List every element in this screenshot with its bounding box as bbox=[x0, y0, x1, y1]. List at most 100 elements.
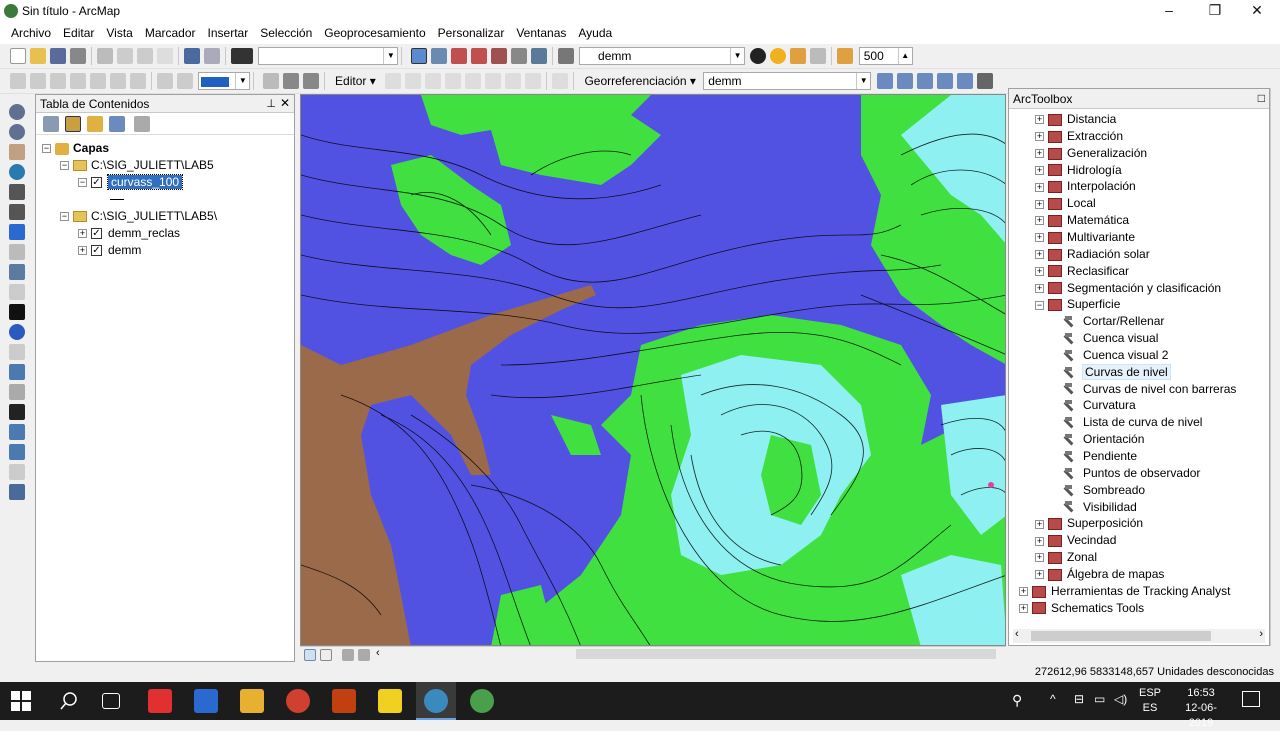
attributes-icon[interactable] bbox=[505, 73, 522, 89]
toc-close-icon[interactable]: ✕ bbox=[280, 96, 290, 110]
toolbox-tool[interactable]: Cortar/Rellenar bbox=[1065, 313, 1164, 329]
toolbox-tool[interactable]: Orientación bbox=[1065, 431, 1144, 447]
print-icon[interactable] bbox=[70, 48, 86, 64]
select-elements-icon[interactable] bbox=[9, 304, 25, 320]
maximize-button[interactable]: ❐ bbox=[1192, 0, 1238, 22]
open-icon[interactable] bbox=[30, 48, 46, 64]
viewer-window-icon[interactable] bbox=[9, 484, 25, 500]
layout-icon[interactable] bbox=[262, 73, 279, 89]
measure-icon[interactable] bbox=[9, 384, 25, 400]
battery-icon[interactable]: ▭ bbox=[1094, 692, 1105, 706]
spatial-analyst-icon[interactable] bbox=[557, 48, 574, 64]
expand-icon[interactable]: + bbox=[1035, 216, 1044, 226]
snap6-icon[interactable] bbox=[110, 73, 126, 89]
toolbox-tool[interactable]: Sombreado bbox=[1065, 482, 1145, 498]
scroll-left-icon[interactable]: ‹ bbox=[376, 647, 380, 659]
toolbox-toolset[interactable]: + Distancia bbox=[1035, 111, 1116, 127]
back-icon[interactable] bbox=[9, 224, 25, 240]
toolbox-tool[interactable]: Curvas de nivel con barreras bbox=[1065, 381, 1236, 397]
paste-icon[interactable] bbox=[137, 48, 153, 64]
expand-icon[interactable]: + bbox=[1019, 603, 1028, 613]
python-icon[interactable] bbox=[510, 48, 527, 64]
expand-icon[interactable]: + bbox=[1035, 283, 1044, 293]
task-view-icon[interactable] bbox=[102, 693, 120, 709]
snap2-icon[interactable] bbox=[30, 73, 46, 89]
toolbox-toolset[interactable]: + Interpolación bbox=[1035, 178, 1136, 194]
toolbox-toolset[interactable]: − Superficie bbox=[1035, 296, 1120, 312]
map-display[interactable] bbox=[300, 94, 1006, 646]
expand-icon[interactable]: + bbox=[1019, 587, 1028, 597]
font2-icon[interactable] bbox=[177, 73, 193, 89]
arcmap-taskbar-icon[interactable] bbox=[424, 689, 448, 713]
toolbox-toolset[interactable]: + Schematics Tools bbox=[1019, 600, 1144, 616]
sketch-properties-icon[interactable] bbox=[525, 73, 542, 89]
layer-checkbox[interactable]: ✓ bbox=[91, 245, 102, 257]
new-document-icon[interactable] bbox=[10, 48, 26, 64]
toolbox-toolset[interactable]: + Extracción bbox=[1035, 128, 1123, 144]
toolbox-tool[interactable]: Puntos de observador bbox=[1065, 465, 1200, 481]
maximize-panel-icon[interactable]: □ bbox=[1258, 91, 1265, 105]
snap7-icon[interactable] bbox=[130, 73, 146, 89]
graphics-icon[interactable] bbox=[302, 73, 319, 89]
menu-ventanas[interactable]: Ventanas bbox=[510, 22, 572, 44]
font-icon[interactable] bbox=[157, 73, 173, 89]
gift-app-icon[interactable] bbox=[148, 689, 172, 713]
toolbox-toolset[interactable]: + Radiación solar bbox=[1035, 246, 1150, 262]
refresh-view-icon[interactable] bbox=[342, 649, 354, 661]
delete-icon[interactable] bbox=[157, 48, 173, 64]
split-icon[interactable] bbox=[465, 73, 482, 89]
add-control-points-icon[interactable] bbox=[936, 73, 953, 89]
menu-archivo[interactable]: Archivo bbox=[5, 22, 57, 44]
toolbox-toolset[interactable]: + Reclasificar bbox=[1035, 263, 1129, 279]
toolbox-toolset[interactable]: + Herramientas de Tracking Analyst bbox=[1019, 583, 1230, 599]
toolbox-toolset[interactable]: + Multivariante bbox=[1035, 229, 1135, 245]
store-icon[interactable] bbox=[194, 689, 218, 713]
collapse-icon[interactable]: − bbox=[1035, 300, 1044, 310]
toc-layer-demm-reclas[interactable]: + ✓ demm_reclas bbox=[78, 225, 180, 241]
scroll-left-icon[interactable]: ‹ bbox=[1015, 628, 1019, 640]
data-view-icon[interactable] bbox=[304, 649, 316, 661]
sticky-notes-icon[interactable] bbox=[378, 689, 402, 713]
network-icon[interactable]: ⊟ bbox=[1074, 692, 1084, 706]
viewer-icon[interactable] bbox=[976, 73, 993, 89]
brightness-icon[interactable] bbox=[770, 48, 787, 64]
toolbox-tool[interactable]: Visibilidad bbox=[1065, 499, 1137, 515]
copy-icon[interactable] bbox=[117, 48, 133, 64]
expand-icon[interactable]: + bbox=[1035, 570, 1044, 580]
menu-geoprocesamiento[interactable]: Geoprocesamiento bbox=[318, 22, 431, 44]
shift-icon[interactable] bbox=[896, 73, 913, 89]
clock[interactable]: 16:53 12-06-2019 bbox=[1176, 686, 1226, 731]
toolbox-toolset[interactable]: + Local bbox=[1035, 195, 1096, 211]
menu-ayuda[interactable]: Ayuda bbox=[572, 22, 618, 44]
find-icon[interactable] bbox=[9, 404, 25, 420]
expand-icon[interactable]: + bbox=[1035, 182, 1044, 192]
toc-options-icon[interactable] bbox=[134, 116, 150, 132]
zoom-out-icon[interactable] bbox=[9, 124, 25, 140]
rotate-georef-icon[interactable] bbox=[876, 73, 893, 89]
undo-icon[interactable] bbox=[184, 48, 200, 64]
identify-icon[interactable] bbox=[9, 324, 25, 340]
file-explorer-icon[interactable] bbox=[240, 689, 264, 713]
chrome-icon[interactable] bbox=[286, 689, 310, 713]
toolbox-scrollbar[interactable]: ‹ › bbox=[1013, 628, 1265, 643]
zoom-in-icon[interactable] bbox=[9, 104, 25, 120]
menu-personalizar[interactable]: Personalizar bbox=[432, 22, 511, 44]
edit-tool-icon[interactable] bbox=[385, 73, 402, 89]
cut-icon[interactable] bbox=[97, 48, 113, 64]
refresh-icon[interactable] bbox=[837, 48, 854, 64]
menu-insertar[interactable]: Insertar bbox=[202, 22, 255, 44]
expand-icon[interactable]: + bbox=[1035, 165, 1044, 175]
layer-checkbox[interactable]: ✓ bbox=[91, 177, 102, 189]
expand-icon[interactable]: + bbox=[1035, 115, 1044, 125]
find-route-icon[interactable] bbox=[9, 424, 25, 440]
snap4-icon[interactable] bbox=[70, 73, 86, 89]
toc-root[interactable]: − Capas bbox=[42, 140, 109, 156]
layer-checkbox[interactable]: ✓ bbox=[91, 228, 102, 240]
table-of-contents-icon[interactable] bbox=[430, 48, 447, 64]
menu-marcador[interactable]: Marcador bbox=[139, 22, 202, 44]
time-slider-icon[interactable] bbox=[9, 464, 25, 480]
toolbox-tool[interactable]: Cuenca visual bbox=[1065, 330, 1158, 346]
scale-combo[interactable]: ▼ bbox=[258, 47, 399, 65]
expand-icon[interactable]: + bbox=[1035, 536, 1044, 546]
pan-icon[interactable] bbox=[9, 144, 25, 160]
